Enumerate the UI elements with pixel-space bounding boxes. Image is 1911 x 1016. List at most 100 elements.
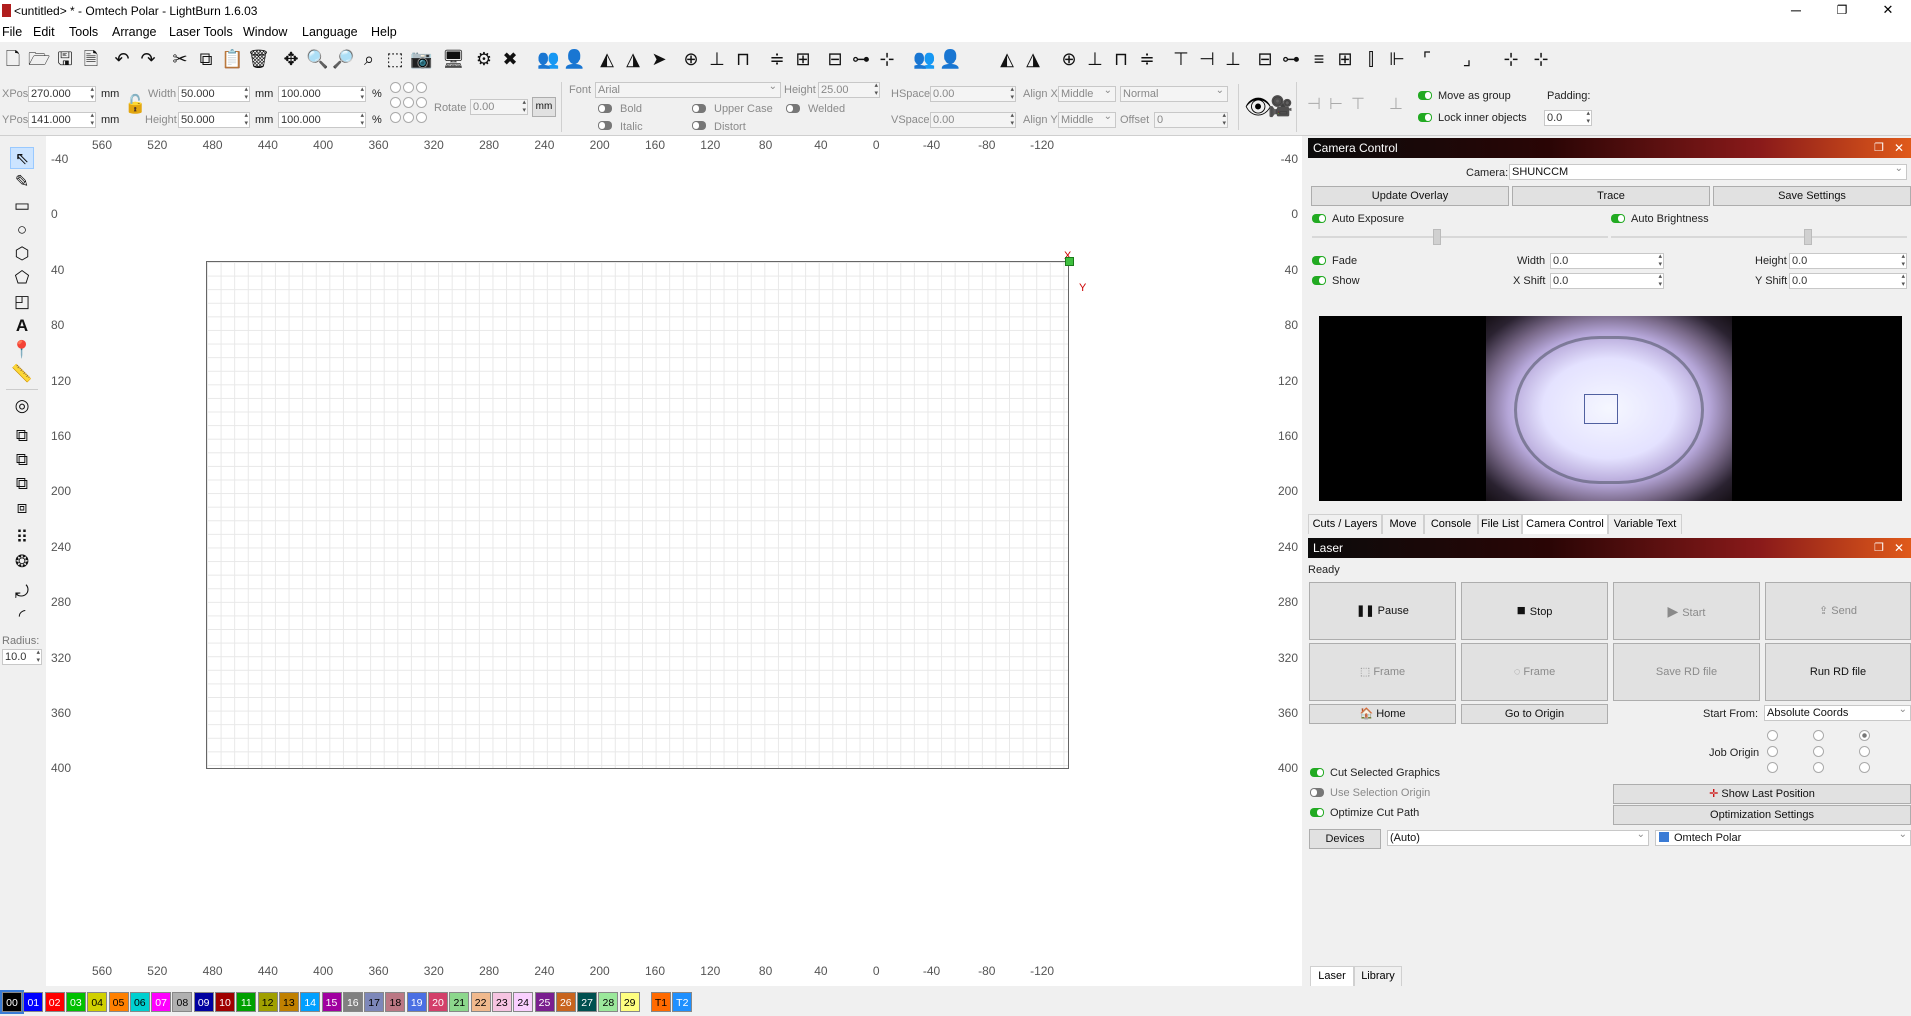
- palette-swatch-04[interactable]: 04: [87, 992, 108, 1012]
- distribute-spacing-icon-2[interactable]: ≡: [1308, 48, 1330, 70]
- save-icon[interactable]: 🖫: [54, 48, 76, 70]
- tab-library[interactable]: Library: [1354, 966, 1402, 986]
- font-height-input[interactable]: 25.00: [818, 82, 880, 98]
- exposure-slider-track[interactable]: [1312, 236, 1608, 238]
- palette-swatch-09[interactable]: 09: [193, 992, 214, 1012]
- align-left-icon-2[interactable]: ⊥: [1084, 48, 1106, 70]
- width-input[interactable]: 50.000: [178, 86, 250, 102]
- tab-file-list[interactable]: File List: [1478, 514, 1522, 534]
- ungroup-icon[interactable]: 👤: [563, 48, 585, 70]
- bold-toggle[interactable]: [598, 104, 612, 113]
- optimization-settings-button[interactable]: Optimization Settings: [1613, 805, 1911, 825]
- rotate-input[interactable]: 0.00: [470, 99, 528, 115]
- align-node-icon-3[interactable]: ⊤: [1347, 94, 1369, 116]
- place-icon[interactable]: ⊩: [1386, 48, 1408, 70]
- palette-swatch-10[interactable]: 10: [215, 992, 235, 1012]
- start-button[interactable]: ▶ Start: [1613, 582, 1760, 640]
- mirror-h-icon[interactable]: ◭: [596, 48, 618, 70]
- zoom-fit-icon[interactable]: ⌕: [358, 48, 380, 70]
- palette-swatch-t2[interactable]: T2: [672, 992, 693, 1012]
- upper-case-toggle[interactable]: [692, 104, 706, 113]
- distort-toggle[interactable]: [692, 121, 706, 130]
- align-vcenter-icon[interactable]: ⊤: [1170, 48, 1192, 70]
- frame-tool-icon[interactable]: ◰: [10, 291, 34, 313]
- palette-swatch-02[interactable]: 02: [44, 992, 65, 1012]
- monitor-icon[interactable]: 🖥: [442, 48, 465, 70]
- cut-icon[interactable]: ✂: [169, 48, 191, 70]
- maximize-button[interactable]: ❐: [1819, 0, 1865, 22]
- palette-swatch-00[interactable]: 00: [0, 990, 24, 1014]
- zoom-out-icon[interactable]: 🔎: [332, 48, 354, 70]
- device-select[interactable]: Omtech Polar: [1655, 828, 1911, 846]
- palette-swatch-19[interactable]: 19: [406, 992, 427, 1012]
- text-tool-icon[interactable]: A: [10, 315, 34, 337]
- trace-button[interactable]: Trace: [1512, 186, 1710, 206]
- circular-array-icon[interactable]: ❂: [10, 551, 34, 573]
- corner-br-icon[interactable]: ⌟: [1456, 48, 1478, 70]
- distribute-v-icon[interactable]: ⊶: [850, 48, 872, 70]
- nudge-icon[interactable]: ⫿: [1360, 48, 1382, 70]
- frame-circle-button[interactable]: ◌ Frame: [1461, 643, 1608, 701]
- palette-swatch-27[interactable]: 27: [577, 992, 598, 1012]
- group-icon[interactable]: 👥: [537, 48, 559, 70]
- vspace-input[interactable]: 0.00: [930, 112, 1016, 128]
- palette-swatch-16[interactable]: 16: [342, 992, 363, 1012]
- save-rd-file-button[interactable]: Save RD file: [1613, 643, 1760, 701]
- align-center-icon[interactable]: ⊕: [680, 48, 702, 70]
- x-shift-input[interactable]: 0.0: [1550, 273, 1664, 289]
- palette-swatch-13[interactable]: 13: [278, 992, 299, 1012]
- hspace-input[interactable]: 0.00: [930, 86, 1016, 102]
- palette-swatch-17[interactable]: 17: [364, 992, 385, 1012]
- height-input[interactable]: 50.000: [178, 112, 250, 128]
- camera-overlay-icon[interactable]: 🎥: [1268, 94, 1293, 119]
- menu-help[interactable]: Help: [371, 25, 397, 39]
- ellipse-tool-icon[interactable]: ○: [10, 219, 34, 241]
- send-button[interactable]: ⇪ Send: [1765, 582, 1911, 640]
- overlay-width-input[interactable]: 0.0: [1550, 253, 1664, 269]
- palette-swatch-24[interactable]: 24: [513, 992, 534, 1012]
- pause-button[interactable]: ❚❚ Pause: [1309, 582, 1456, 640]
- palette-swatch-12[interactable]: 12: [257, 992, 278, 1012]
- align-top-icon-2[interactable]: ≑: [1136, 48, 1158, 70]
- undock-icon[interactable]: ❐: [1874, 538, 1884, 558]
- align-right-icon-2[interactable]: ⊓: [1110, 48, 1132, 70]
- corner-tl-icon[interactable]: ⌜: [1416, 48, 1438, 70]
- menu-window[interactable]: Window: [243, 25, 287, 39]
- align-center-icon-2[interactable]: ⊕: [1058, 48, 1080, 70]
- zoom-in-icon[interactable]: 🔍: [306, 48, 328, 70]
- show-last-position-button[interactable]: ✛ Show Last Position: [1613, 784, 1911, 804]
- delete-icon[interactable]: 🗑: [247, 48, 270, 70]
- palette-swatch-18[interactable]: 18: [385, 992, 406, 1012]
- port-select[interactable]: (Auto): [1387, 828, 1649, 846]
- run-rd-file-button[interactable]: Run RD file: [1765, 643, 1911, 701]
- xpos-input[interactable]: 270.000: [28, 86, 96, 102]
- path-edit-icon[interactable]: ⤾: [10, 581, 34, 603]
- palette-swatch-05[interactable]: 05: [108, 992, 129, 1012]
- welded-toggle[interactable]: [786, 104, 800, 113]
- font-select[interactable]: Arial: [595, 80, 781, 98]
- mirror-v-icon[interactable]: ◮: [622, 48, 644, 70]
- group-icon-2[interactable]: 👥: [913, 48, 935, 70]
- close-button[interactable]: ✕: [1865, 0, 1911, 22]
- palette-swatch-22[interactable]: 22: [470, 992, 491, 1012]
- palette-swatch-11[interactable]: 11: [236, 992, 257, 1012]
- radius-input[interactable]: 10.0: [2, 649, 42, 665]
- palette-swatch-20[interactable]: 20: [428, 992, 448, 1012]
- distribute-h-icon[interactable]: ⊟: [824, 48, 846, 70]
- palette-swatch-14[interactable]: 14: [300, 992, 321, 1012]
- move-icon[interactable]: ✥: [280, 48, 302, 70]
- align-top-icon[interactable]: ≑: [766, 48, 788, 70]
- align-x-select[interactable]: Middle: [1058, 84, 1116, 102]
- align-left-icon[interactable]: ⊥: [706, 48, 728, 70]
- redo-icon[interactable]: ↷: [137, 48, 159, 70]
- undock-icon[interactable]: ❐: [1874, 138, 1884, 158]
- tab-laser[interactable]: Laser: [1310, 966, 1354, 986]
- save-as-icon[interactable]: 🗎: [80, 48, 102, 70]
- frame-button[interactable]: ⬚ Frame: [1309, 643, 1456, 701]
- auto-exposure-toggle[interactable]: [1312, 214, 1326, 223]
- lock-icon[interactable]: 🔓: [124, 94, 146, 115]
- offset-tool-icon[interactable]: ◎: [10, 395, 34, 417]
- italic-toggle[interactable]: [598, 121, 612, 130]
- menu-edit[interactable]: Edit: [33, 25, 55, 39]
- overlay-height-input[interactable]: 0.0: [1789, 253, 1907, 269]
